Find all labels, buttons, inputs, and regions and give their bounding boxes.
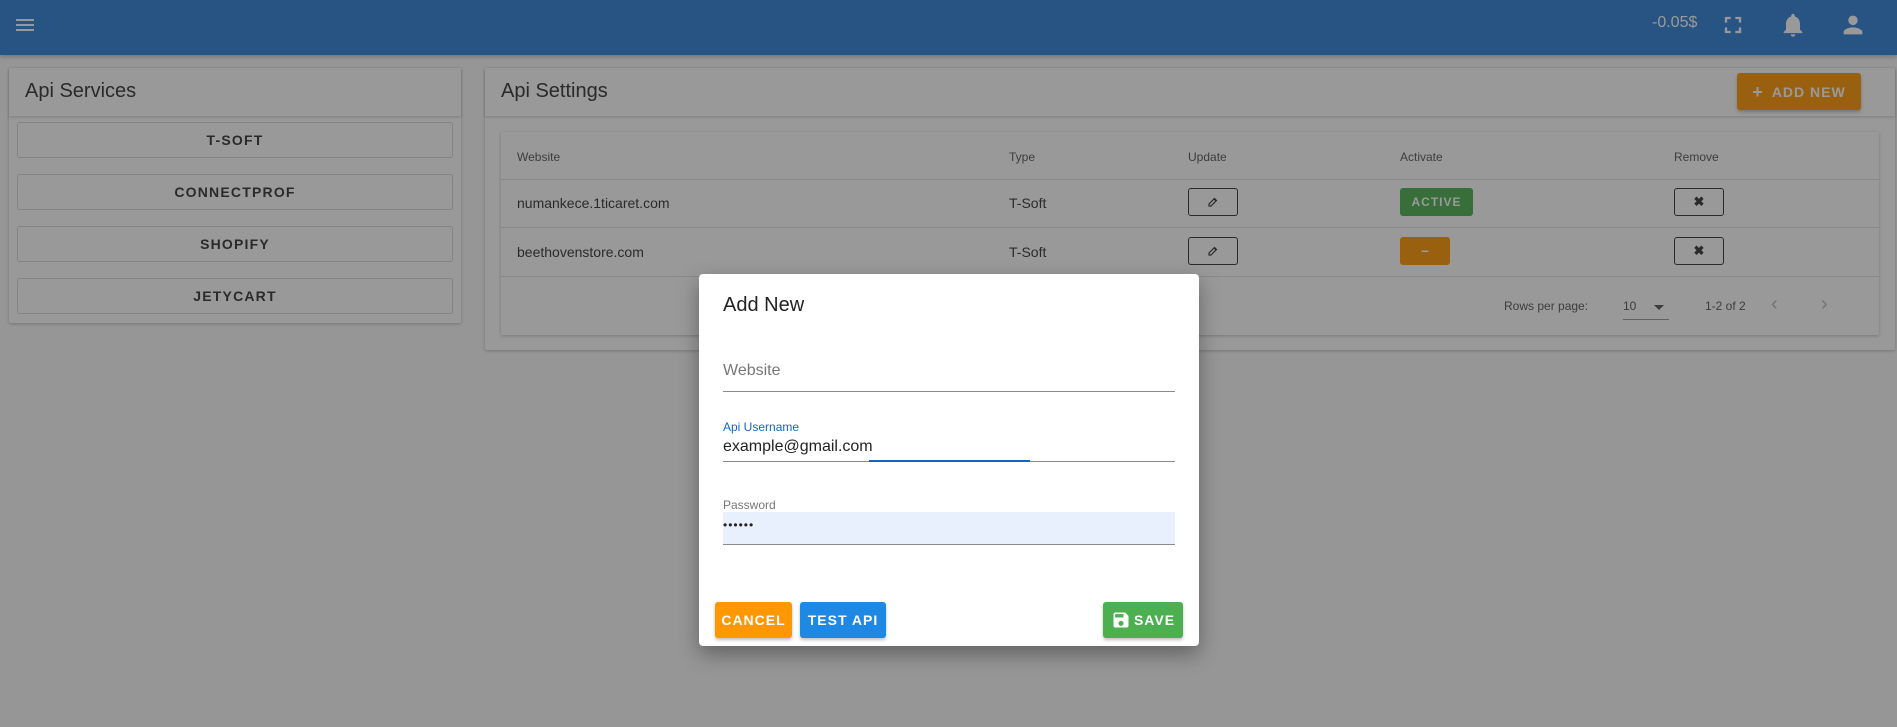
password-autofill-bg <box>723 512 1175 544</box>
floppy-disk-icon <box>1113 612 1129 628</box>
api-username-field[interactable]: Api Username example@gmail.com <box>723 420 1175 472</box>
cancel-button[interactable]: CANCEL <box>715 602 792 638</box>
test-api-button[interactable]: TEST API <box>800 602 886 638</box>
add-new-dialog: Add New Website Api Username example@gma… <box>699 274 1199 646</box>
api-username-input[interactable]: example@gmail.com <box>723 438 873 456</box>
dialog-title: Add New <box>723 294 805 316</box>
website-placeholder: Website <box>723 362 781 379</box>
focus-underline <box>869 460 1030 462</box>
save-label: SAVE <box>1133 612 1176 628</box>
api-username-label: Api Username <box>723 420 800 434</box>
website-field[interactable]: Website <box>723 354 1175 394</box>
save-button[interactable]: SAVE <box>1103 602 1183 638</box>
password-input[interactable]: •••••• <box>723 518 754 532</box>
password-label: Password <box>723 498 776 512</box>
password-field[interactable]: Password •••••• <box>723 498 1175 550</box>
